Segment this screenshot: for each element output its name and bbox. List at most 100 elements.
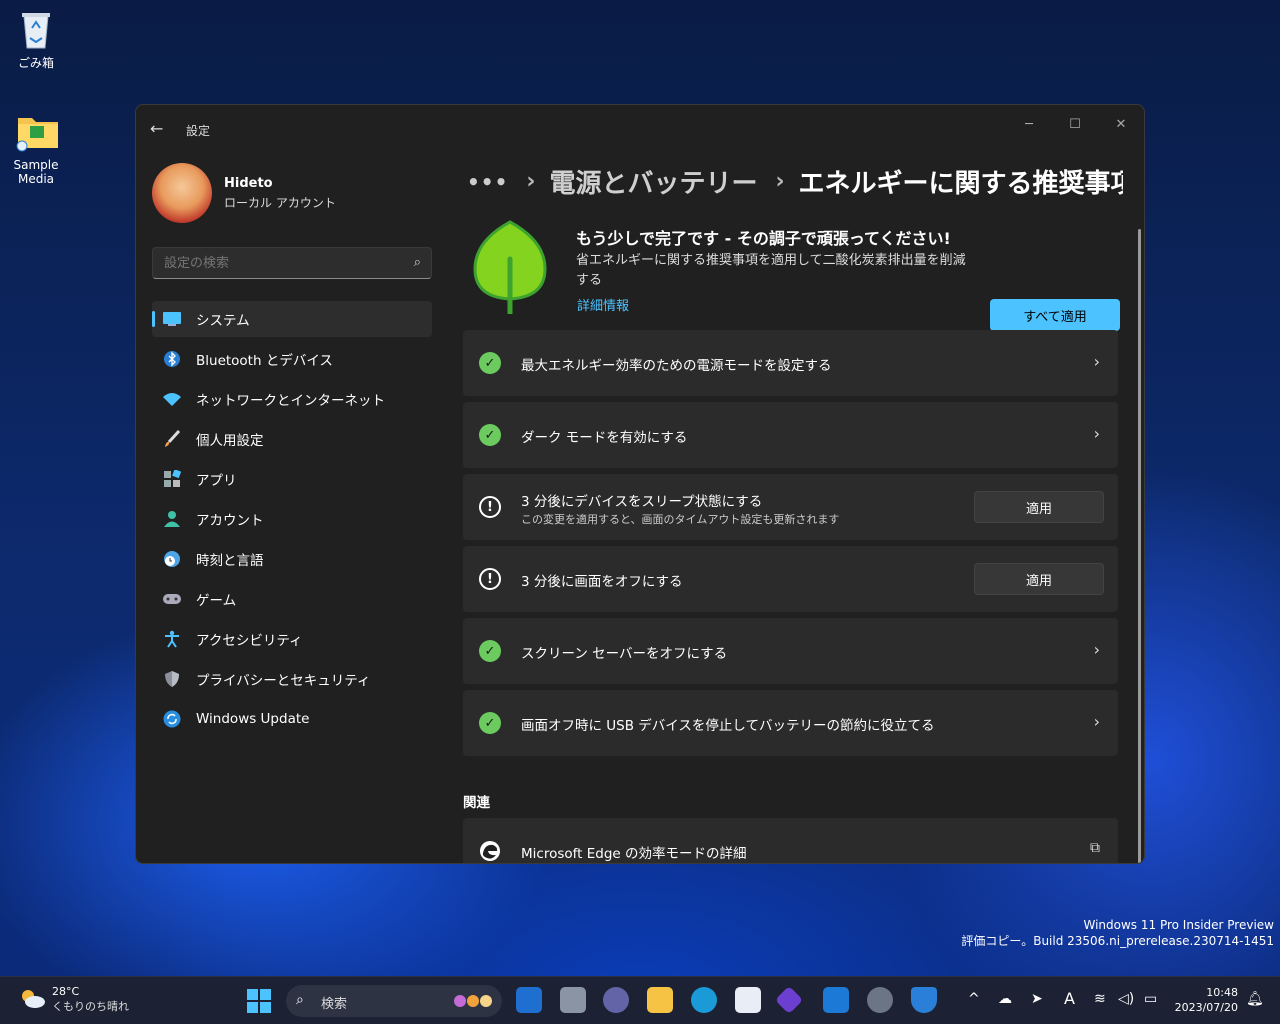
ime-indicator[interactable]: A bbox=[1064, 989, 1075, 1008]
apply-all-button[interactable]: すべて適用 bbox=[990, 299, 1120, 331]
update-icon bbox=[162, 709, 182, 729]
chevron-up-icon[interactable]: ^ bbox=[968, 991, 980, 1007]
back-arrow-icon[interactable]: ← bbox=[150, 119, 163, 138]
recommendation-title: 最大エネルギー効率のための電源モードを設定する bbox=[521, 358, 832, 374]
sidebar-item-label: 個人用設定 bbox=[196, 433, 264, 449]
sample-media-desktop-icon[interactable]: Sample Media bbox=[0, 112, 72, 186]
recommendation-card: ! 3 分後にデバイスをスリープ状態にする この変更を適用すると、画面のタイムア… bbox=[463, 474, 1118, 540]
sidebar-item-label: アクセシビリティ bbox=[196, 633, 303, 649]
search-icon: ⌕ bbox=[296, 992, 304, 1008]
recommendation-title: 3 分後に画面をオフにする bbox=[521, 574, 683, 590]
taskbar-search[interactable]: ⌕ 検索 bbox=[286, 985, 502, 1017]
mail-icon[interactable] bbox=[823, 987, 849, 1013]
cloud-sun-icon bbox=[18, 987, 46, 1013]
chevron-right-icon: › bbox=[1093, 640, 1100, 659]
sidebar-item-accessibility[interactable]: アクセシビリティ bbox=[152, 621, 432, 657]
user-profile[interactable]: Hideto ローカル アカウント bbox=[152, 163, 336, 223]
sidebar-item-label: システム bbox=[196, 313, 250, 329]
sidebar-item-label: アカウント bbox=[196, 513, 264, 529]
sidebar-item-windows-update[interactable]: Windows Update bbox=[152, 701, 432, 737]
sidebar-item-system[interactable]: システム bbox=[152, 301, 432, 337]
monitor-icon bbox=[162, 309, 182, 329]
leaf-icon bbox=[473, 220, 547, 314]
file-explorer-icon[interactable] bbox=[647, 987, 673, 1013]
hero-headline: もう少しで完了です - その調子で頑張ってください! bbox=[576, 229, 951, 248]
recommendation-card[interactable]: ✓ ダーク モードを有効にする › bbox=[463, 402, 1118, 468]
system-clock[interactable]: 10:48 2023/07/20 bbox=[1175, 985, 1238, 1015]
apply-button[interactable]: 適用 bbox=[974, 563, 1104, 595]
checkmark-icon: ✓ bbox=[479, 352, 501, 374]
recommendation-card[interactable]: ✓ 画面オフ時に USB デバイスを停止してバッテリーの節約に役立てる › bbox=[463, 690, 1118, 756]
related-link-card[interactable]: Microsoft Edge の効率モードの詳細 ⧉ bbox=[463, 818, 1118, 863]
close-button[interactable]: ✕ bbox=[1098, 113, 1144, 137]
sidebar-item-gaming[interactable]: ゲーム bbox=[152, 581, 432, 617]
edge-preview-icon[interactable] bbox=[516, 987, 542, 1013]
edge-icon bbox=[479, 840, 501, 862]
sidebar-item-apps[interactable]: アプリ bbox=[152, 461, 432, 497]
copilot-icon[interactable] bbox=[774, 985, 804, 1015]
notification-bell-icon[interactable]: 🔔︎ bbox=[1246, 991, 1264, 1007]
window-title: 設定 bbox=[186, 124, 211, 138]
sidebar-item-label: ゲーム bbox=[196, 593, 237, 609]
watermark-line1: Windows 11 Pro Insider Preview bbox=[1083, 918, 1274, 932]
recommendation-card[interactable]: ✓ スクリーン セーバーをオフにする › bbox=[463, 618, 1118, 684]
onedrive-cloud-icon[interactable]: ☁ bbox=[998, 991, 1012, 1007]
weather-temp: 28°C bbox=[52, 985, 80, 998]
battery-icon[interactable]: ▭ bbox=[1144, 991, 1157, 1007]
build-watermark: Windows 11 Pro Insider Preview 評価コピー。Bui… bbox=[961, 917, 1274, 949]
shield-icon bbox=[162, 669, 182, 689]
recommendation-card[interactable]: ✓ 最大エネルギー効率のための電源モードを設定する › bbox=[463, 330, 1118, 396]
sidebar-item-personalization[interactable]: 個人用設定 bbox=[152, 421, 432, 457]
accessibility-icon bbox=[162, 629, 182, 649]
scrollbar[interactable] bbox=[1138, 229, 1141, 863]
start-button[interactable] bbox=[247, 989, 271, 1013]
volume-icon[interactable]: ◁) bbox=[1118, 991, 1134, 1007]
hero-description: 省エネルギーに関する推奨事項を適用して二酸化炭素排出量を削減する bbox=[576, 253, 966, 288]
folder-icon bbox=[16, 112, 58, 154]
defender-shield-icon[interactable] bbox=[911, 987, 937, 1013]
sidebar-item-label: 時刻と言語 bbox=[196, 553, 264, 569]
sidebar-item-bluetooth[interactable]: Bluetooth とデバイス bbox=[152, 341, 432, 377]
edge-icon[interactable] bbox=[691, 987, 717, 1013]
search-highlight-icon bbox=[452, 993, 494, 1013]
chevron-right-icon: › bbox=[1093, 352, 1100, 371]
breadcrumb-parent[interactable]: 電源とバッテリー bbox=[549, 163, 757, 200]
sidebar-item-label: ネットワークとインターネット bbox=[196, 393, 385, 409]
sidebar-item-label: Windows Update bbox=[196, 711, 310, 727]
recycle-bin-icon bbox=[16, 8, 56, 50]
clock-globe-icon bbox=[162, 549, 182, 569]
maximize-button[interactable]: ☐ bbox=[1052, 113, 1098, 137]
apply-button[interactable]: 適用 bbox=[974, 491, 1104, 523]
gamepad-icon bbox=[162, 589, 182, 609]
settings-gear-icon[interactable] bbox=[867, 987, 893, 1013]
main-content: ••• › 電源とバッテリー › エネルギーに関する推奨事項 もう少しで完了です… bbox=[463, 153, 1123, 863]
chevron-right-icon: › bbox=[775, 169, 785, 194]
recycle-bin-desktop-icon[interactable]: ごみ箱 bbox=[0, 8, 72, 71]
bluetooth-icon bbox=[162, 349, 182, 369]
clock-time: 10:48 bbox=[1206, 986, 1238, 999]
wifi-icon[interactable]: ≋ bbox=[1094, 991, 1106, 1007]
minimize-button[interactable]: ─ bbox=[1006, 113, 1052, 137]
weather-widget[interactable]: 28°C くもりのち晴れ bbox=[18, 985, 129, 1014]
person-icon bbox=[162, 509, 182, 529]
settings-search-box[interactable]: ⌕ bbox=[152, 247, 432, 279]
teams-chat-icon[interactable] bbox=[603, 987, 629, 1013]
search-input[interactable] bbox=[153, 248, 383, 278]
sidebar-item-privacy[interactable]: プライバシーとセキュリティ bbox=[152, 661, 432, 697]
search-icon[interactable]: ⌕ bbox=[414, 255, 421, 270]
sidebar-item-network[interactable]: ネットワークとインターネット bbox=[152, 381, 432, 417]
page-title: エネルギーに関する推奨事項 bbox=[798, 169, 1123, 199]
taskbar-search-label: 検索 bbox=[321, 997, 348, 1012]
recommendation-title: ダーク モードを有効にする bbox=[521, 430, 688, 446]
sidebar-item-accounts[interactable]: アカウント bbox=[152, 501, 432, 537]
task-view-icon[interactable] bbox=[560, 987, 586, 1013]
learn-more-link[interactable]: 詳細情報 bbox=[577, 295, 629, 314]
breadcrumb-ellipsis[interactable]: ••• bbox=[467, 170, 508, 194]
user-name: Hideto bbox=[224, 175, 273, 191]
sidebar-item-time-language[interactable]: 時刻と言語 bbox=[152, 541, 432, 577]
store-icon[interactable] bbox=[735, 987, 761, 1013]
brush-icon bbox=[162, 429, 182, 449]
sidebar-item-label: アプリ bbox=[196, 473, 237, 489]
sidebar-item-label: Bluetooth とデバイス bbox=[196, 353, 333, 369]
location-arrow-icon[interactable]: ➤ bbox=[1031, 991, 1043, 1007]
